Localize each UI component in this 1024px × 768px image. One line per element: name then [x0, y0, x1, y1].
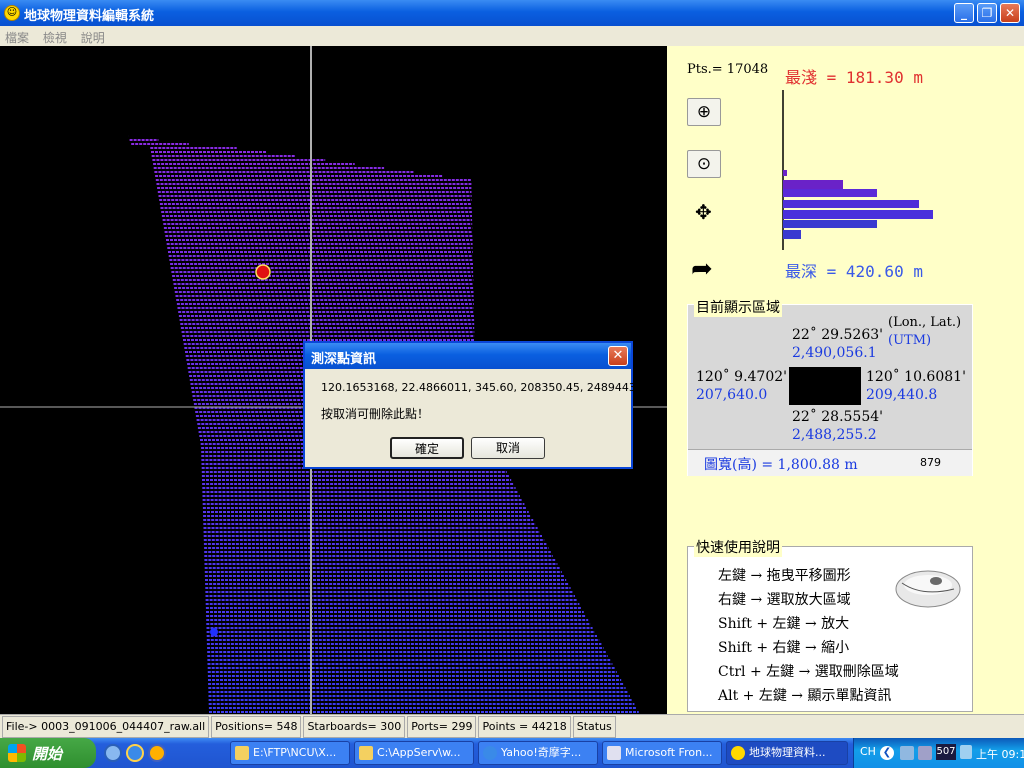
- taskbar: 開始 E:\FTP\NCU\X... C:\AppServ\w... Yahoo…: [0, 738, 1024, 768]
- selected-point-marker[interactable]: [255, 264, 271, 280]
- media-shortcut-icon[interactable]: [148, 744, 166, 762]
- system-tray: CH ❮ 507 上午 09:12: [853, 738, 1024, 768]
- left-longitude: 120˚ 9.4702': [696, 369, 788, 385]
- dialog-title-bar: 測深點資訊 ✕: [305, 343, 631, 369]
- mouse-icon: [895, 570, 961, 608]
- pan-icon[interactable]: ✥: [695, 200, 712, 224]
- browser-shortcut-icon[interactable]: [126, 744, 144, 762]
- window-title: 地球物理資料編輯系統: [24, 9, 155, 24]
- dialog-title: 測深點資訊: [311, 352, 377, 367]
- desktop-shortcut-icon[interactable]: [104, 744, 122, 762]
- ok-button[interactable]: 確定: [390, 437, 464, 459]
- display-region-box: 目前顯示區域 (Lon., Lat.) (UTM) 22˚ 29.5263' 2…: [687, 297, 973, 476]
- region-preview: [789, 367, 861, 405]
- tray-expand-icon[interactable]: ❮: [880, 746, 894, 760]
- network-icon[interactable]: [900, 746, 914, 760]
- status-positions: Positions= 548: [211, 716, 302, 738]
- depth-histogram: [782, 90, 933, 250]
- app-icon: [731, 746, 745, 760]
- folder-icon: [359, 746, 373, 760]
- start-label: 開始: [32, 745, 63, 763]
- dialog-message: 按取消可刪除此點！: [321, 407, 430, 421]
- right-longitude: 120˚ 10.6081': [866, 369, 966, 385]
- bottom-latitude: 22˚ 28.5554': [792, 409, 884, 425]
- utm-label: (UTM): [888, 333, 932, 348]
- status-text: Status: [572, 716, 616, 738]
- map-width: 圖寬(高) = 1,800.88 m: [704, 457, 858, 473]
- status-points: Points = 44218: [478, 716, 571, 738]
- zoom-in-button[interactable]: ⊕: [687, 98, 721, 126]
- left-utm: 207,640.0: [696, 387, 768, 403]
- tray-badge[interactable]: 507: [936, 744, 956, 760]
- bottom-utm: 2,488,255.2: [792, 427, 877, 443]
- shallowest-depth: 最淺 = 181.30 m: [785, 68, 923, 87]
- points-count: Pts.= 17048: [687, 62, 769, 77]
- status-bar: File-> 0003_091006_044407_raw.all Positio…: [0, 714, 1024, 739]
- zoom-out-button[interactable]: ⊙: [687, 150, 721, 178]
- status-starboards: Starboards= 300: [303, 716, 406, 738]
- redo-arrow-icon[interactable]: ➦: [691, 254, 713, 284]
- clock: 上午 09:12: [976, 748, 1024, 761]
- start-button[interactable]: 開始: [0, 738, 96, 768]
- info-panel: Pts.= 17048 最淺 = 181.30 m ⊕ ⊙ ✥ ➦ 最深 = 4…: [667, 46, 1024, 714]
- task-yahoo-dictionary[interactable]: Yahoo!奇摩字...: [478, 741, 598, 765]
- region-legend: 目前顯示區域: [694, 297, 782, 317]
- lonlat-label: (Lon., Lat.): [888, 315, 962, 330]
- guide-item: 右鍵 → 選取放大區域: [718, 592, 851, 608]
- task-explorer-appserv[interactable]: C:\AppServ\w...: [354, 741, 474, 765]
- app-icon: ☺: [4, 5, 20, 21]
- status-file: File-> 0003_091006_044407_raw.all: [2, 716, 210, 738]
- cancel-button[interactable]: 取消: [471, 437, 545, 459]
- maximize-button[interactable]: ❐: [977, 3, 997, 23]
- folder-icon: [235, 746, 249, 760]
- guide-legend: 快速使用說明: [694, 537, 782, 557]
- title-bar: ☺ 地球物理資料編輯系統 _ ❐ ✕: [0, 0, 1024, 26]
- task-geophysics-app[interactable]: 地球物理資料...: [726, 741, 848, 765]
- guide-item: Shift + 左鍵 → 放大: [718, 616, 850, 632]
- right-utm: 209,440.8: [866, 387, 938, 403]
- speaker-icon[interactable]: [960, 745, 972, 759]
- menu-bar: 檔案 檢視 說明: [0, 26, 1024, 46]
- top-utm: 2,490,056.1: [792, 345, 877, 361]
- track-end-marker: [210, 628, 218, 636]
- sounding-info-dialog: 測深點資訊 ✕ 120.1653168, 22.4866011, 345.60,…: [303, 341, 653, 469]
- region-footer: 圖寬(高) = 1,800.88 m 879: [688, 449, 972, 476]
- ie-icon: [483, 746, 497, 760]
- task-explorer-ncu[interactable]: E:\FTP\NCU\X...: [230, 741, 350, 765]
- dialog-close-button[interactable]: ✕: [608, 346, 628, 366]
- status-ports: Ports= 299: [407, 716, 477, 738]
- map-width-value: 879: [920, 456, 941, 469]
- guide-item: 左鍵 → 拖曳平移圖形: [718, 568, 851, 584]
- guide-item: Ctrl + 左鍵 → 選取刪除區域: [718, 664, 899, 680]
- top-latitude: 22˚ 29.5263': [792, 327, 884, 343]
- quick-help-box: 快速使用說明 左鍵 → 拖曳平移圖形 右鍵 → 選取放大區域 Shift + 左…: [687, 537, 973, 712]
- guide-item: Alt + 左鍵 → 顯示單點資訊: [718, 688, 892, 704]
- frontpage-icon: [607, 746, 621, 760]
- language-indicator[interactable]: CH: [860, 745, 876, 758]
- task-frontpage[interactable]: Microsoft Fron...: [602, 741, 722, 765]
- windows-logo-icon: [8, 744, 26, 762]
- deepest-depth: 最深 = 420.60 m: [785, 262, 923, 281]
- close-button[interactable]: ✕: [1000, 3, 1020, 23]
- dialog-values: 120.1653168, 22.4866011, 345.60, 208350.…: [321, 381, 654, 394]
- computer-icon[interactable]: [918, 746, 932, 760]
- minimize-button[interactable]: _: [954, 3, 974, 23]
- guide-item: Shift + 右鍵 → 縮小: [718, 640, 850, 656]
